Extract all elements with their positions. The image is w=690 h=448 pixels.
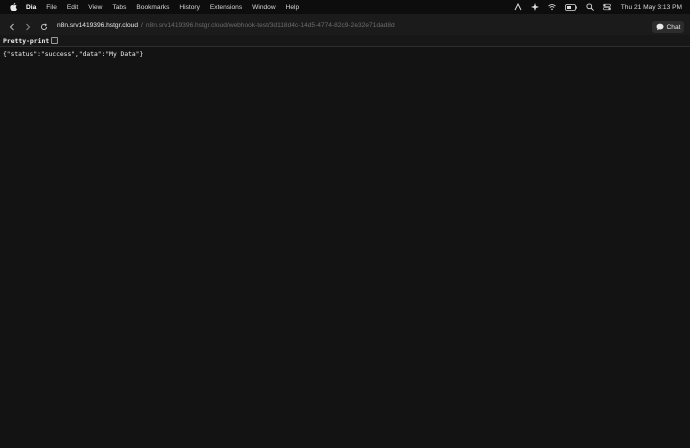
- menu-clock[interactable]: Thu 21 May 3:13 PM: [621, 4, 682, 11]
- menu-history[interactable]: History: [179, 4, 200, 11]
- forward-arrow-icon[interactable]: [22, 21, 34, 33]
- url-full: n8n.srv1419396.hstgr.cloud/webhook-test/…: [145, 22, 395, 29]
- url-separator: /: [141, 22, 143, 29]
- menu-extensions[interactable]: Extensions: [210, 4, 242, 11]
- control-center-icon[interactable]: [602, 3, 611, 11]
- sparkle-icon[interactable]: [530, 3, 539, 11]
- json-content: {"status":"success","data":"My Data"}: [3, 51, 144, 58]
- status-area: Thu 21 May 3:13 PM: [505, 0, 682, 14]
- apple-icon[interactable]: [10, 3, 17, 11]
- wifi-icon[interactable]: [547, 3, 556, 11]
- chat-label: Chat: [666, 23, 681, 31]
- pretty-print-label: Pretty-print: [3, 36, 50, 45]
- menu-file[interactable]: File: [46, 4, 57, 11]
- app-status-icon[interactable]: [514, 3, 522, 11]
- back-arrow-icon[interactable]: [6, 21, 18, 33]
- menu-tabs[interactable]: Tabs: [112, 4, 126, 11]
- menu-bar: Dia File Edit View Tabs Bookmarks Histor…: [0, 0, 690, 14]
- address-bar[interactable]: n8n.srv1419396.hstgr.cloud / n8n.srv141939…: [57, 22, 395, 29]
- chat-button[interactable]: Chat: [652, 21, 684, 33]
- pretty-print-checkbox[interactable]: [51, 37, 59, 44]
- battery-icon[interactable]: [564, 3, 577, 11]
- menu-edit[interactable]: Edit: [67, 4, 78, 11]
- search-icon[interactable]: [586, 3, 594, 11]
- chat-bubble-icon: [656, 23, 664, 31]
- menu-window[interactable]: Window: [252, 4, 275, 11]
- menu-view[interactable]: View: [88, 4, 102, 11]
- menu-help[interactable]: Help: [286, 4, 300, 11]
- pretty-print-bar: Pretty-print: [0, 35, 690, 47]
- menu-bookmarks[interactable]: Bookmarks: [136, 4, 169, 11]
- menu-app-name[interactable]: Dia: [26, 4, 36, 11]
- url-host: n8n.srv1419396.hstgr.cloud: [57, 22, 139, 29]
- reload-icon[interactable]: [38, 21, 50, 33]
